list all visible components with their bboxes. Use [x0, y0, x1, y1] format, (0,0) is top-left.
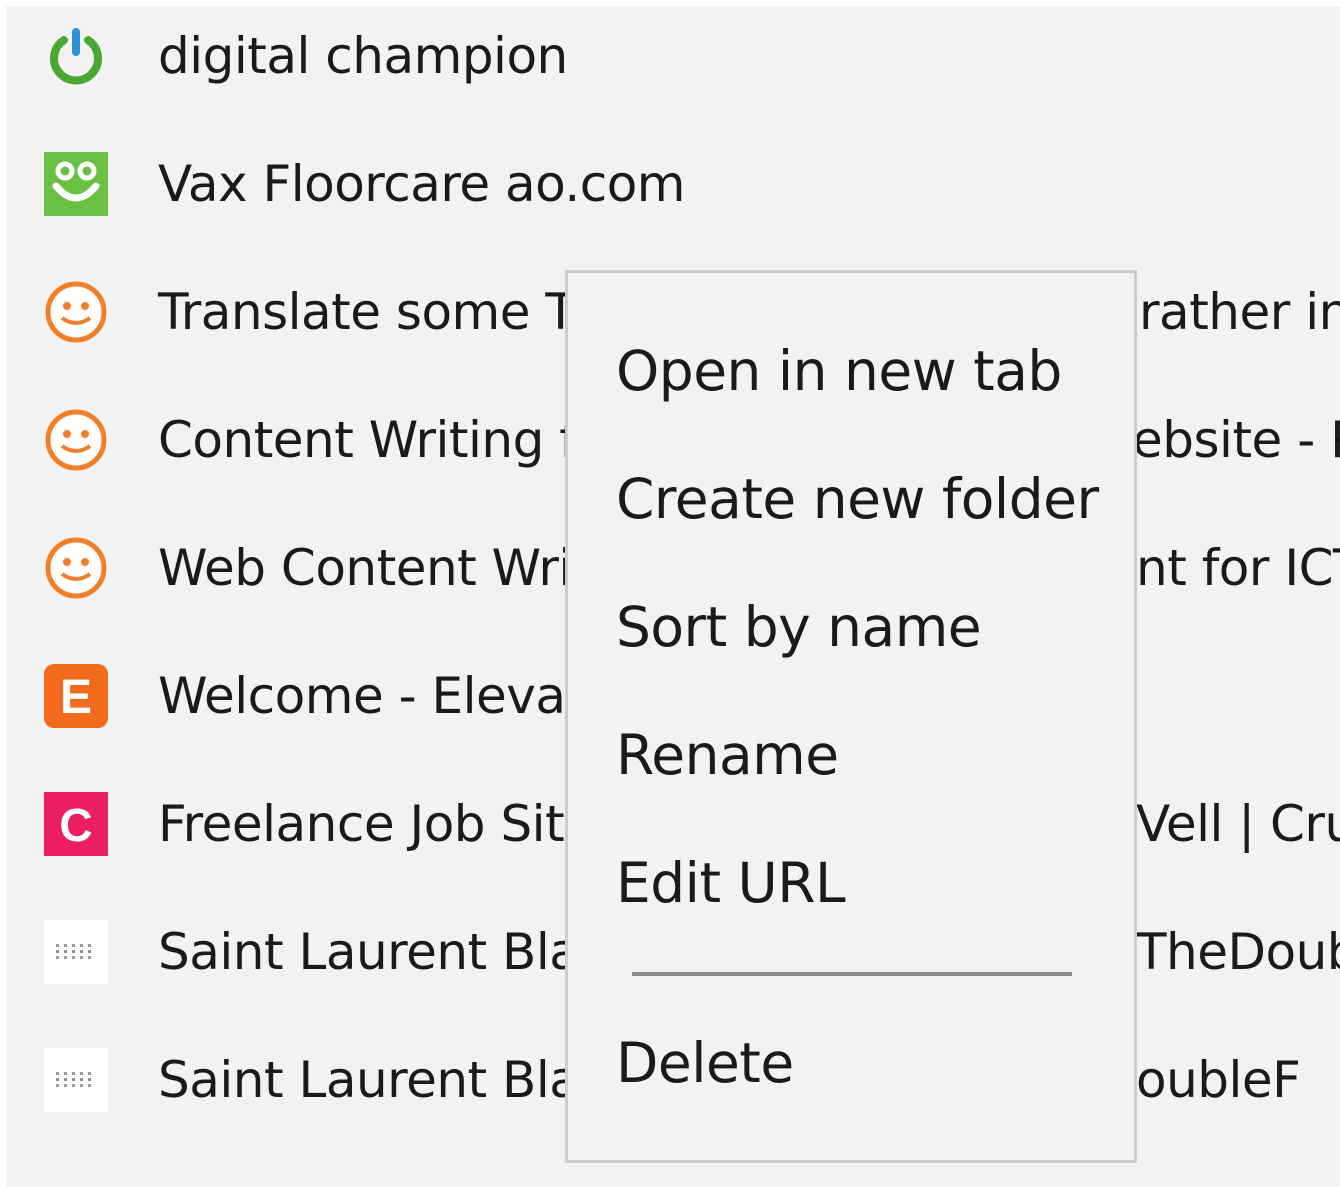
open-in-new-tab-menu-item[interactable]: Open in new tab [616, 339, 1062, 403]
bookmark-label-right: rather in: [1139, 283, 1340, 341]
bookmark-label: Vax Floorcare ao.com [158, 155, 686, 213]
delete-menu-item[interactable]: Delete [616, 1031, 794, 1095]
bookmark-label: Saint Laurent Blac [158, 923, 607, 981]
dotted-grid-icon [44, 1048, 108, 1112]
bookmark-label: Welcome - Elevate [158, 667, 615, 725]
rename-menu-item[interactable]: Rename [616, 723, 839, 787]
freelancer-face-icon [44, 280, 108, 344]
bookmarks-panel: digital champion Vax Floorcare ao.com Tr… [6, 6, 1340, 1187]
freelancer-face-icon [44, 536, 108, 600]
bookmark-label: Content Writing fo [158, 411, 607, 469]
context-menu: Open in new tab Create new folder Sort b… [565, 270, 1137, 1163]
bookmark-label: Saint Laurent Blac [158, 1051, 607, 1109]
bookmark-label: digital champion [158, 27, 568, 85]
crunchbase-c-icon: C [44, 792, 108, 856]
svg-text:C: C [59, 799, 92, 851]
ao-smile-icon [44, 152, 108, 216]
sort-by-name-menu-item[interactable]: Sort by name [616, 595, 982, 659]
bookmark-label-right: ebsite - P [1132, 411, 1340, 469]
bookmark-item[interactable]: Vax Floorcare ao.com [6, 120, 1340, 248]
bookmark-item[interactable]: digital champion [6, 6, 1340, 120]
edit-url-menu-item[interactable]: Edit URL [616, 851, 846, 915]
dotted-grid-icon [44, 920, 108, 984]
elevate-e-icon: E [44, 664, 108, 728]
svg-text:E: E [60, 671, 92, 724]
bookmark-label-right: oubleF [1136, 1051, 1301, 1109]
bookmark-label: Freelance Job Site [158, 795, 595, 853]
bookmark-label: Translate some Th [158, 283, 607, 341]
bookmark-label-right: nt for ICT [1136, 539, 1340, 597]
bookmark-label-right: TheDoub [1136, 923, 1340, 981]
power-icon [44, 24, 108, 88]
bookmark-label-right: Vell | Cru [1136, 795, 1340, 853]
bookmark-label: Web Content Writ [158, 539, 591, 597]
freelancer-face-icon [44, 408, 108, 472]
create-new-folder-menu-item[interactable]: Create new folder [616, 467, 1099, 531]
menu-separator [632, 972, 1072, 976]
